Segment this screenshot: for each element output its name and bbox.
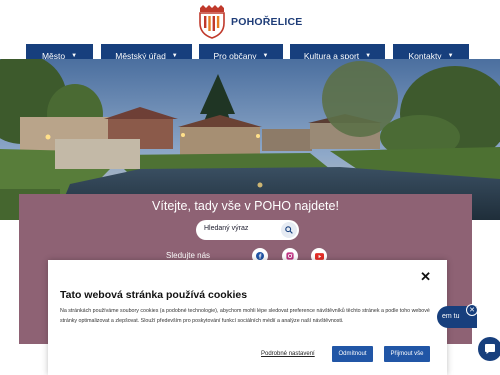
facebook-icon bbox=[256, 252, 264, 260]
cookie-consent-dialog: ✕ Tato webová stránka používá cookies Na… bbox=[48, 260, 447, 375]
chat-close-icon[interactable]: ✕ bbox=[466, 304, 478, 316]
search-input[interactable]: Hledaný výraz bbox=[204, 225, 248, 232]
search-icon bbox=[285, 226, 293, 234]
reject-button[interactable]: Odmítnout bbox=[332, 346, 373, 362]
cookie-title: Tato webová stránka používá cookies bbox=[60, 289, 248, 301]
follow-us-label: Sledujte nás bbox=[166, 251, 211, 260]
accept-all-button[interactable]: Přijmout vše bbox=[384, 346, 430, 362]
site-name: POHOŘELICE bbox=[231, 16, 303, 28]
town-crest-icon bbox=[199, 5, 225, 39]
close-icon[interactable]: ✕ bbox=[420, 269, 431, 285]
welcome-heading: Vítejte, tady vše v POHO najdete! bbox=[152, 199, 339, 213]
cookie-description: Na stránkách používáme soubory cookies (… bbox=[60, 308, 430, 324]
search-button[interactable] bbox=[281, 222, 297, 238]
instagram-icon bbox=[286, 252, 294, 260]
youtube-icon bbox=[314, 252, 324, 260]
site-logo[interactable]: POHOŘELICE bbox=[197, 4, 302, 40]
detailed-settings-link[interactable]: Podrobné nastavení bbox=[261, 351, 315, 357]
chat-icon bbox=[485, 344, 495, 354]
chat-button[interactable] bbox=[478, 337, 500, 361]
search-box[interactable]: Hledaný výraz bbox=[196, 220, 299, 240]
